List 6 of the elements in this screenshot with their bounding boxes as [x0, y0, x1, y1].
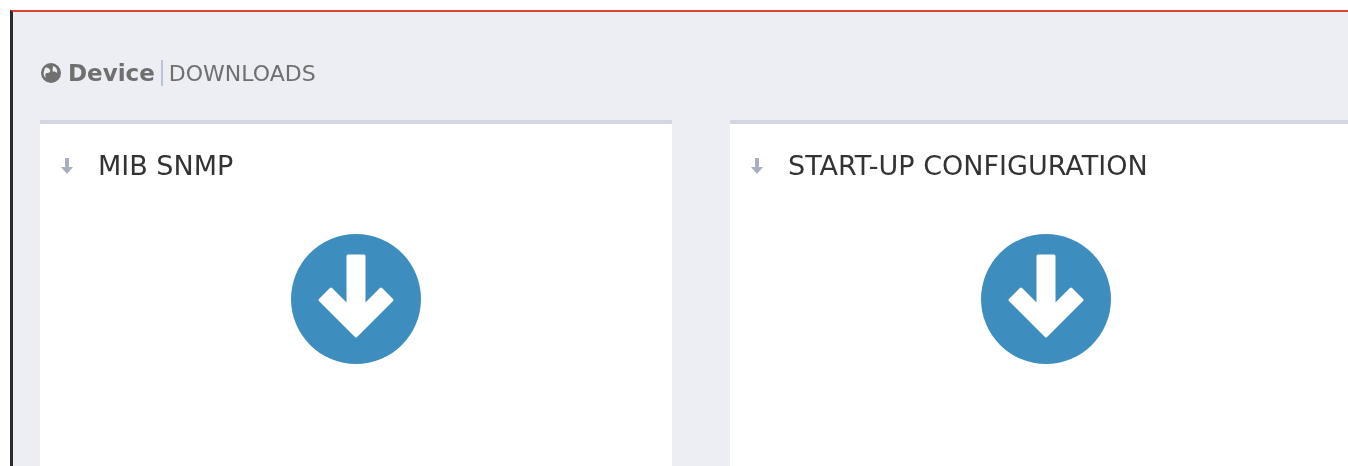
card-title: MIB SNMP — [98, 152, 234, 179]
breadcrumb-section: Device — [68, 55, 155, 91]
arrow-down-icon — [58, 156, 76, 175]
arrow-down-icon — [748, 156, 766, 175]
card-title: START-UP CONFIGURATION — [788, 152, 1148, 179]
page-title: DOWNLOADS — [168, 59, 316, 88]
